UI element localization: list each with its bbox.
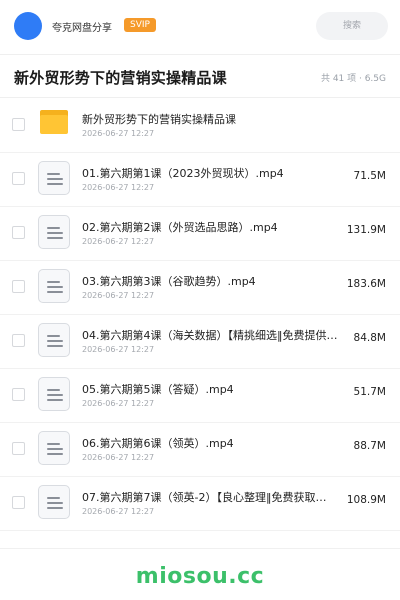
- row-checkbox[interactable]: [12, 442, 25, 455]
- file-name: 03.第六期第3课（谷歌趋势）.mp4: [82, 275, 256, 288]
- file-date: 2026-06-27 12:27: [82, 453, 155, 462]
- row-checkbox[interactable]: [12, 388, 25, 401]
- row-checkbox[interactable]: [12, 334, 25, 347]
- folder-row[interactable]: 新外贸形势下的营销实操精品课 2026-06-27 12:27: [0, 99, 400, 153]
- top-bar: 夸克网盘分享 SVIP 搜索: [0, 0, 400, 54]
- share-owner-name: 夸克网盘分享: [52, 23, 112, 34]
- file-name: 05.第六期第5课（答疑）.mp4: [82, 383, 234, 396]
- watermark: miosou.cc: [135, 564, 265, 589]
- file-date: 2026-06-27 12:27: [82, 129, 155, 138]
- folder-icon: [40, 110, 68, 134]
- row-checkbox[interactable]: [12, 280, 25, 293]
- page-title: 新外贸形势下的营销实操精品课: [14, 69, 227, 87]
- file-name: 06.第六期第6课（领英）.mp4: [82, 437, 234, 450]
- file-date: 2026-06-27 12:27: [82, 291, 155, 300]
- svip-badge: SVIP: [124, 18, 156, 32]
- file-row[interactable]: 04.第六期第4课（海关数据）【精挑细选‖免费提供… 2026-06-27 12:…: [0, 315, 400, 369]
- row-checkbox[interactable]: [12, 118, 25, 131]
- row-checkbox[interactable]: [12, 226, 25, 239]
- file-date: 2026-06-27 12:27: [82, 507, 155, 516]
- video-file-icon: [38, 215, 70, 249]
- item-summary: 共 41 项 · 6.5G: [320, 74, 386, 84]
- file-size: 51.7M: [353, 386, 386, 398]
- file-name: 02.第六期第2课（外贸选品思路）.mp4: [82, 221, 278, 234]
- file-row[interactable]: 01.第六期第1课（2023外贸现状）.mp4 2026-06-27 12:27 7…: [0, 153, 400, 207]
- file-date: 2026-06-27 12:27: [82, 237, 155, 246]
- file-size: 84.8M: [353, 332, 386, 344]
- file-date: 2026-06-27 12:27: [82, 399, 155, 408]
- file-date: 2026-06-27 12:27: [82, 345, 155, 354]
- row-checkbox[interactable]: [12, 496, 25, 509]
- file-name: 04.第六期第4课（海关数据）【精挑细选‖免费提供…: [82, 329, 338, 342]
- avatar[interactable]: [14, 12, 42, 40]
- file-size: 88.7M: [353, 440, 386, 452]
- file-row[interactable]: 06.第六期第6课（领英）.mp4 2026-06-27 12:27 88.7M: [0, 423, 400, 477]
- video-file-icon: [38, 485, 70, 519]
- file-size: 183.6M: [346, 278, 386, 290]
- file-row[interactable]: 05.第六期第5课（答疑）.mp4 2026-06-27 12:27 51.7M: [0, 369, 400, 423]
- file-name: 01.第六期第1课（2023外贸现状）.mp4: [82, 167, 284, 180]
- file-size: 108.9M: [346, 494, 386, 506]
- file-row[interactable]: 03.第六期第3课（谷歌趋势）.mp4 2026-06-27 12:27 183.6…: [0, 261, 400, 315]
- video-file-icon: [38, 431, 70, 465]
- title-bar: 新外贸形势下的营销实操精品课 共 41 项 · 6.5G: [0, 54, 400, 98]
- file-name: 新外贸形势下的营销实操精品课: [82, 113, 236, 126]
- file-size: 131.9M: [346, 224, 386, 236]
- footer: miosou.cc: [0, 548, 400, 600]
- file-size: 71.5M: [353, 170, 386, 182]
- file-name: 07.第六期第7课（领英-2）【良心整理‖免费获取…: [82, 491, 327, 504]
- search-button[interactable]: 搜索: [316, 12, 388, 40]
- file-date: 2026-06-27 12:27: [82, 183, 155, 192]
- video-file-icon: [38, 377, 70, 411]
- video-file-icon: [38, 323, 70, 357]
- video-file-icon: [38, 161, 70, 195]
- video-file-icon: [38, 269, 70, 303]
- file-row[interactable]: 02.第六期第2课（外贸选品思路）.mp4 2026-06-27 12:27 131…: [0, 207, 400, 261]
- file-row[interactable]: 07.第六期第7课（领英-2）【良心整理‖免费获取… 2026-06-27 12:…: [0, 477, 400, 531]
- row-checkbox[interactable]: [12, 172, 25, 185]
